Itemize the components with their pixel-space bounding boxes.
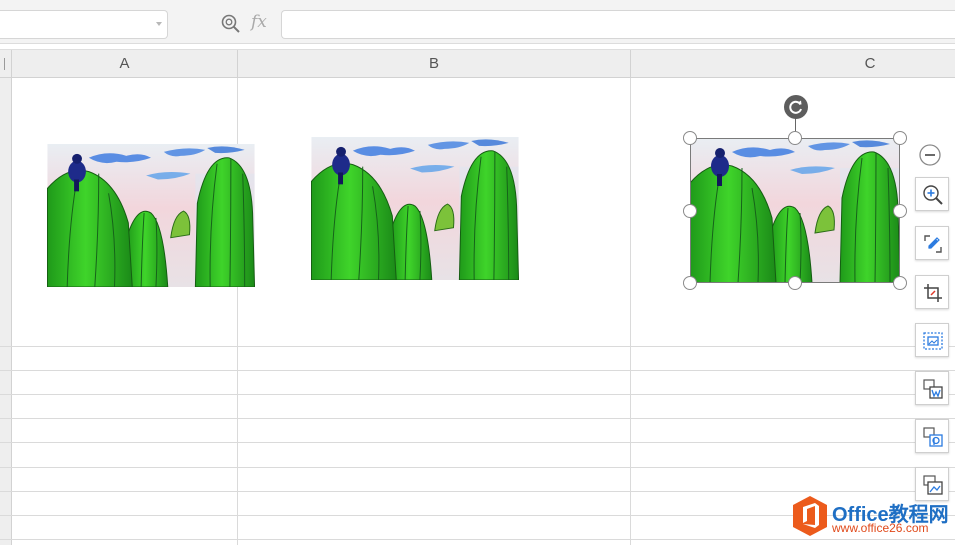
insert-function-button[interactable]: fx (251, 12, 267, 32)
crop-icon (924, 284, 942, 302)
picture-to-pdf-icon (923, 427, 943, 447)
rotate-icon (789, 100, 802, 114)
row-line (0, 467, 955, 468)
column-header-c[interactable]: C (631, 50, 955, 78)
resize-handle-top[interactable] (788, 131, 802, 145)
zoom-in-icon (923, 185, 943, 205)
zoom-in-button[interactable] (915, 177, 949, 211)
row-line (0, 370, 955, 371)
row-line (0, 346, 955, 347)
picture-to-word-icon (923, 379, 943, 399)
formula-input[interactable] (281, 10, 955, 39)
cactus-painting-image (311, 137, 519, 280)
watermark-url: www.office26.com (832, 521, 929, 535)
find-zoom-icon[interactable] (220, 13, 242, 35)
resize-handle-left[interactable] (683, 204, 697, 218)
image-frame-button[interactable] (915, 323, 949, 357)
resize-handle-bottom[interactable] (788, 276, 802, 290)
resize-handle-top-right[interactable] (893, 131, 907, 145)
corner-mark (4, 58, 5, 70)
resize-handle-right[interactable] (893, 204, 907, 218)
picture-to-pdf-button[interactable] (915, 419, 949, 453)
column-header-bar: A B C (0, 49, 955, 78)
collapse-icon (919, 144, 941, 166)
column-divider-b (630, 78, 631, 545)
resize-handle-top-left[interactable] (683, 131, 697, 145)
collapse-toolbar-button[interactable] (918, 143, 942, 167)
crop-button[interactable] (915, 275, 949, 309)
image-frame-icon (923, 332, 943, 350)
name-box[interactable] (0, 10, 168, 39)
picture-to-word-button[interactable] (915, 371, 949, 405)
row-line (0, 491, 955, 492)
column-header-b[interactable]: B (238, 50, 631, 78)
name-box-dropdown-icon[interactable] (156, 22, 162, 26)
formula-bar: fx (0, 0, 955, 44)
batch-picture-icon (923, 475, 943, 495)
row-line (0, 418, 955, 419)
cactus-picture-2[interactable] (311, 137, 519, 280)
row-line (0, 442, 955, 443)
row-line (0, 394, 955, 395)
selection-frame (690, 138, 900, 283)
rotate-handle[interactable] (784, 95, 808, 119)
smart-crop-button[interactable] (915, 226, 949, 260)
office-logo-icon (793, 496, 827, 536)
cactus-painting-image (47, 144, 255, 287)
resize-handle-bottom-left[interactable] (683, 276, 697, 290)
resize-handle-bottom-right[interactable] (893, 276, 907, 290)
column-header-a[interactable]: A (12, 50, 238, 78)
row-header-strip[interactable] (0, 78, 12, 545)
office26-watermark: Office教程网 www.office26.com (790, 494, 955, 540)
smart-crop-icon (924, 235, 942, 253)
cactus-picture-1[interactable] (47, 144, 255, 287)
select-all-corner[interactable] (0, 50, 12, 78)
